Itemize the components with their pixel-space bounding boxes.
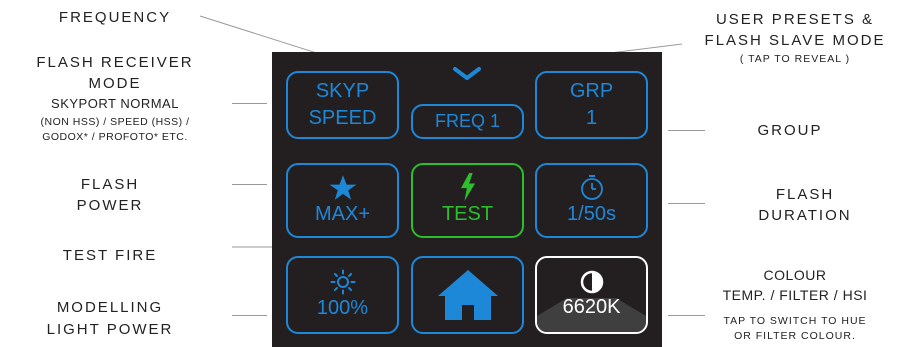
test-fire-label: TEST	[441, 203, 494, 225]
test-fire-button[interactable]: TEST	[411, 163, 524, 238]
stopwatch-icon	[580, 174, 603, 200]
receiver-leader-line	[232, 103, 267, 104]
modelling-leader-line	[232, 315, 267, 316]
chevron-down-icon[interactable]	[452, 66, 482, 82]
flash-duration-button[interactable]: 1/50s	[535, 163, 648, 238]
home-button[interactable]	[411, 256, 524, 334]
modelling-light-button[interactable]: 100%	[286, 256, 399, 334]
flash-duration-leader-line	[668, 203, 705, 204]
star-icon	[329, 174, 356, 200]
receiver-mode-line1: SKYP	[315, 80, 370, 102]
group-line1: GRP	[569, 80, 614, 102]
colour-leader-line	[668, 315, 705, 316]
flash-power-leader-line	[232, 184, 267, 185]
group-button[interactable]: GRP 1	[535, 71, 648, 139]
group-leader-line	[668, 130, 705, 131]
home-icon	[437, 270, 498, 320]
flash-duration-value: 1/50s	[567, 202, 616, 225]
receiver-mode-line2: SPEED	[308, 107, 377, 129]
frequency-value: FREQ 1	[434, 111, 500, 131]
receiver-mode-button[interactable]: SKYP SPEED	[286, 71, 399, 139]
flash-power-value: MAX+	[314, 202, 371, 225]
lightning-icon	[460, 173, 475, 201]
group-line2: 1	[585, 107, 598, 129]
frequency-button[interactable]: FREQ 1	[411, 104, 524, 139]
modelling-light-value: 100%	[316, 296, 369, 319]
device-screen: SKYP SPEED FREQ 1 GRP 1 MAX+ TEST 1/50s	[272, 52, 662, 347]
half-circle-icon	[580, 270, 603, 293]
colour-temp-button[interactable]: 6620K	[535, 256, 648, 334]
colour-temp-value: 6620K	[562, 295, 621, 318]
flash-power-button[interactable]: MAX+	[286, 163, 399, 238]
sun-icon	[330, 269, 355, 294]
